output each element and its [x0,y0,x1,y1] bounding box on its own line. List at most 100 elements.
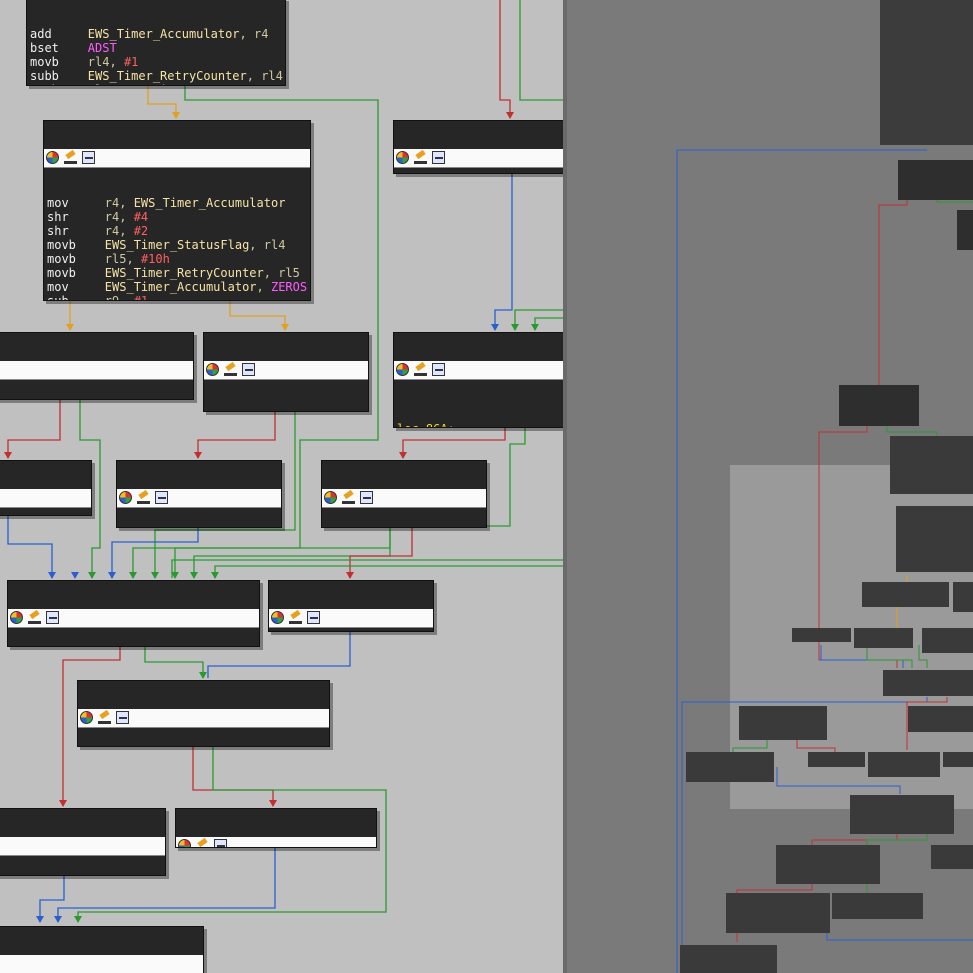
graph-icon[interactable] [242,363,255,376]
color-palette-icon[interactable] [178,839,191,847]
overview-node [680,945,777,973]
asm-line[interactable]: movb rl4, #1 [30,55,282,69]
operand: rl5 [278,266,300,280]
edit-icon[interactable] [196,839,209,847]
operand: rl4 [263,238,286,252]
asm-line[interactable]: shr r4, #2 [47,224,307,238]
color-palette-icon[interactable] [396,151,409,164]
operand[interactable]: EWS_Timer_Accumulator [88,27,240,41]
asm-line[interactable]: movb EWS_Timer_StatusFlag, rl4 [47,238,307,252]
code-block[interactable]: rl4, EWS_Timer_StatusFlagrl4, #32h ; '2'… [0,332,194,400]
asm-line[interactable]: movb EWS_Timer_RetryCounter, rl5 [47,266,307,280]
code-block[interactable]: s 0, KLine_TxByte_ISR r9, #15DBh cc_UC, … [0,808,166,876]
operand: , [126,252,141,266]
overview-node [931,845,973,869]
mnemonic: mov [47,280,105,294]
code-block[interactable]: 6, ZEROS_UC, loc_89A [0,460,92,516]
operand[interactable]: EWS_Timer_StatusFlag [105,238,250,252]
edit-icon[interactable] [64,151,77,164]
code-block[interactable]: loc_86A:movb rl4, EWS_Timer_cmpb rl4, #3… [393,332,563,428]
overview-node [854,628,913,648]
color-palette-icon[interactable] [324,491,337,504]
block-body: add EWS_Timer_Accumulator, r4 bset ADST mo… [27,27,285,85]
operand: , [119,294,134,301]
mnemonic: movb [47,252,105,266]
overview-node [839,385,919,426]
block-header [117,489,281,508]
asm-line[interactable]: bset ADST [30,41,282,55]
asm-line[interactable]: mov EWS_Timer_Accumulator, ZEROS [47,280,307,294]
color-palette-icon[interactable] [119,491,132,504]
overview-node [776,845,880,884]
block-header [204,361,368,380]
overview-node [686,752,774,782]
color-palette-icon[interactable] [46,151,59,164]
operand[interactable]: EWS_Timer_RetryCounter [105,266,264,280]
operand[interactable]: EWS_Timer_Accumulator [105,280,257,294]
code-block[interactable]: bset P3_0jmpr cc_UC, loc_88C [268,580,434,632]
color-palette-icon[interactable] [271,611,284,624]
graph-overview[interactable] [567,0,973,973]
graph-icon[interactable] [116,711,129,724]
code-block[interactable]: movb rl4, #0CChmovb KLine_SyncCheck [393,120,563,174]
operand: rl5 [104,252,127,266]
code-block[interactable]: add EWS_Timer_Accumulator, r4 bset ADST mo… [26,0,286,86]
mnemonic: bset [30,41,88,55]
graph-view[interactable]: add EWS_Timer_Accumulator, r4 bset ADST mo… [0,0,563,973]
operand: #4 [133,210,149,224]
operand: rl4 [87,55,110,69]
asm-line[interactable]: shr r4, #4 [47,210,307,224]
code-block[interactable]: calls 0, KLine_RxByte_ISR [175,808,377,848]
operand: , [239,27,254,41]
color-palette-icon[interactable] [80,711,93,724]
overview-node [739,706,827,740]
edit-icon[interactable] [98,711,111,724]
code-block[interactable] [0,926,204,973]
code-block[interactable]: loc_8A8:jb EWS_StatusFlags.1, loc_8B0 [77,680,330,747]
graph-icon[interactable] [82,151,95,164]
asm-line[interactable]: movb rl5, #10h [47,252,307,266]
color-palette-icon[interactable] [10,611,23,624]
mnemonic: subb [30,69,88,83]
overview-node [898,160,973,200]
code-block[interactable]: mov r4, EWS_Timer_Accumulatorshr r4, #4s… [43,120,311,301]
edit-icon[interactable] [28,611,41,624]
code-block[interactable]: loc_89A:jnb EWS_StatusFlags.8, loc_8A8 [7,580,260,647]
operand: , [119,196,134,210]
asm-line[interactable]: movb rl4, EWS_Timer_RetryCounter [30,83,283,85]
asm-line[interactable]: sub r9, #1 [47,294,307,301]
operand: r9 [104,294,120,301]
edit-icon[interactable] [414,363,427,376]
block-header [0,489,91,508]
operand: r4 [104,224,120,238]
operand: #2 [133,224,149,238]
color-palette-icon[interactable] [396,363,409,376]
graph-icon[interactable] [214,839,227,847]
color-palette-icon[interactable] [206,363,219,376]
graph-icon[interactable] [432,363,445,376]
block-body: mov r4, EWS_Timer_Accumulatorshr r4, #4s… [44,196,310,301]
operand[interactable]: EWS_Timer_RetryCounter [124,83,283,85]
operand[interactable]: EWS_Timer_RetryCounter [88,69,247,83]
operand[interactable]: EWS_Timer_Accumulator [134,196,286,210]
mnemonic: add [30,27,88,41]
edit-icon[interactable] [289,611,302,624]
graph-icon[interactable] [307,611,320,624]
code-block[interactable]: loc_808:cmp r9, #0jmpa cc_NZ, loc_89A [203,332,369,412]
code-block[interactable]: movbz r4, rl6cmp r4, ZEROSjmpa cc_NZ, lo… [321,460,487,528]
overview-node [862,582,949,607]
graph-icon[interactable] [432,151,445,164]
edit-icon[interactable] [342,491,355,504]
overview-node [726,893,830,933]
edit-icon[interactable] [224,363,237,376]
asm-line[interactable]: subb EWS_Timer_RetryCounter, rl4 [30,69,283,83]
overview-node [922,628,973,653]
edit-icon[interactable] [137,491,150,504]
operand: ADST [87,41,117,55]
code-block[interactable]: movb rl6, ZEROSmov r9, #1jmpa cc_UC, loc… [116,460,282,528]
graph-icon[interactable] [155,491,168,504]
edit-icon[interactable] [414,151,427,164]
graph-icon[interactable] [46,611,59,624]
graph-icon[interactable] [360,491,373,504]
asm-line[interactable]: add EWS_Timer_Accumulator, r4 [30,27,282,41]
